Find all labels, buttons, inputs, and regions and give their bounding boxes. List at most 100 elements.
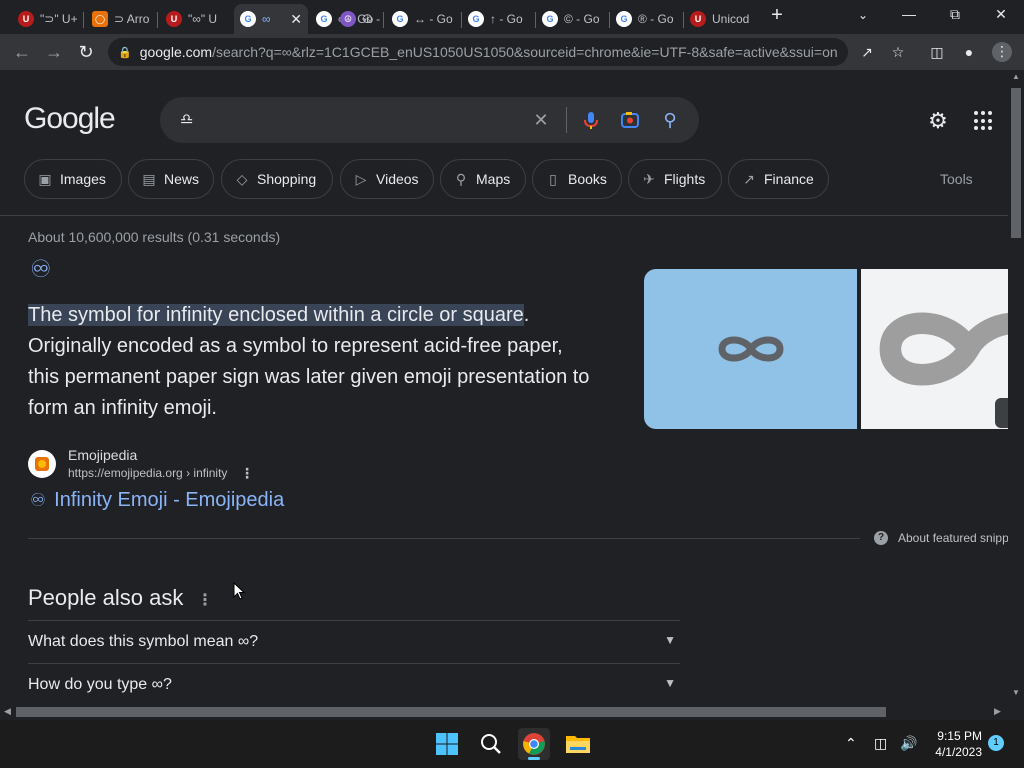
chip-shopping[interactable]: ◇ Shopping	[221, 159, 333, 199]
scrollbar-thumb[interactable]	[16, 707, 886, 717]
scroll-left-icon[interactable]: ◀	[4, 706, 11, 717]
chrome-icon	[523, 733, 545, 755]
profile-icon[interactable]: ●	[960, 43, 978, 61]
paa-question[interactable]: What does this symbol mean ∞? ▼	[28, 620, 680, 663]
google-icon: G	[542, 11, 558, 27]
carousel-next-button[interactable]	[995, 398, 1008, 428]
tab-strip: U "⊃" U+ ◯ ⊃ Arro U "∞" U G ∞ ✕ G ∞ - Go…	[0, 0, 1024, 34]
scrollbar-thumb[interactable]	[1011, 88, 1021, 238]
browser-tab[interactable]: G ↑ - Go	[462, 4, 536, 34]
reload-icon[interactable]: ↻	[74, 41, 98, 63]
address-bar[interactable]: 🔒 google.com /search?q=∞&rlz=1C1GCEB_enU…	[108, 38, 848, 66]
scroll-right-icon[interactable]: ▶	[994, 706, 1001, 717]
emojipedia-logo-icon	[35, 457, 49, 471]
taskbar-chrome[interactable]	[518, 728, 550, 760]
search-results-page: Google ♎ ✕ ⚲ ⚙ ▣ Images ▤ News ◇ Shoppin…	[0, 70, 1008, 704]
divider	[0, 215, 1008, 216]
microphone-icon[interactable]	[580, 109, 602, 131]
image-icon: ▣	[38, 171, 52, 187]
divider	[28, 538, 860, 539]
chip-news[interactable]: ▤ News	[128, 159, 214, 199]
menu-icon[interactable]: ⋮	[992, 42, 1012, 62]
snippet-highlight: The symbol for infinity enclosed within …	[28, 304, 524, 326]
google-logo[interactable]: Google	[24, 102, 116, 136]
vertical-scrollbar[interactable]: ▲ ▼	[1008, 70, 1024, 704]
network-icon[interactable]: ◫	[874, 735, 887, 752]
gear-icon[interactable]: ⚙	[926, 109, 950, 133]
chip-flights[interactable]: ✈ Flights	[628, 159, 722, 199]
search-icon	[481, 734, 501, 754]
news-icon: ▤	[142, 171, 156, 187]
infinity-image-thumbnail[interactable]	[644, 269, 857, 429]
paa-question[interactable]: How do you type ∞? ▼	[28, 663, 680, 704]
browser-tab[interactable]: G © - Go	[536, 4, 610, 34]
window-close-icon[interactable]: ✕	[978, 6, 1024, 23]
infinity-icon: ♾	[30, 490, 47, 510]
start-button[interactable]	[431, 728, 463, 760]
camera-lens-icon[interactable]	[619, 109, 641, 131]
tab-search-icon[interactable]: ⌄	[840, 8, 886, 22]
taskbar-file-explorer[interactable]	[562, 728, 594, 760]
more-options-icon[interactable]: ⋮	[240, 465, 254, 482]
search-box[interactable]: ♎ ✕ ⚲	[160, 97, 699, 143]
horizontal-scrollbar[interactable]: ◀ ▶	[0, 704, 1008, 720]
more-options-icon[interactable]: ⋮	[197, 590, 213, 610]
scroll-up-icon[interactable]: ▲	[1012, 72, 1020, 81]
browser-tab[interactable]: U "∞" U	[160, 4, 232, 34]
about-featured-snippets[interactable]: ? About featured snipp	[874, 531, 1008, 545]
browser-tab-active[interactable]: G ∞ ✕	[234, 4, 308, 34]
orange-site-icon: ◯	[92, 11, 108, 27]
search-icon[interactable]: ⚲	[659, 109, 681, 131]
result-link[interactable]: ♾ Infinity Emoji - Emojipedia	[30, 489, 284, 512]
browser-tab[interactable]: U Unicod	[684, 4, 756, 34]
browser-toolbar: ← → ↻ 🔒 google.com /search?q=∞&rlz=1C1GC…	[0, 34, 1024, 70]
source-name[interactable]: Emojipedia	[68, 447, 137, 463]
play-icon: ▷	[355, 171, 367, 187]
help-icon: ?	[874, 531, 888, 545]
back-icon[interactable]: ←	[10, 41, 34, 63]
chip-finance[interactable]: ↗ Finance	[728, 159, 829, 199]
clear-icon[interactable]: ✕	[530, 109, 552, 131]
apps-grid-icon[interactable]	[974, 111, 994, 131]
minimize-icon[interactable]: —	[886, 6, 932, 22]
browser-tab[interactable]: G ® - Go	[610, 4, 684, 34]
forward-icon[interactable]: →	[42, 41, 66, 63]
taskbar-search-button[interactable]	[475, 728, 507, 760]
infinity-image-thumbnail[interactable]	[861, 269, 1008, 429]
notification-badge[interactable]: 1	[988, 735, 1004, 751]
mouse-cursor-icon	[233, 582, 246, 600]
people-also-ask-heading: People also ask	[28, 585, 184, 610]
book-icon: ▯	[549, 171, 557, 187]
scroll-down-icon[interactable]: ▼	[1012, 688, 1020, 697]
result-stats: About 10,600,000 results (0.31 seconds)	[28, 229, 281, 245]
browser-tab[interactable]: U "⊃" U+	[12, 4, 84, 34]
browser-tab[interactable]: ☮ ☮ - G	[334, 4, 384, 34]
chip-videos[interactable]: ▷ Videos	[340, 159, 434, 199]
bookmark-star-icon[interactable]: ☆	[889, 43, 907, 61]
maximize-icon[interactable]: ⧉	[932, 6, 978, 23]
chevron-up-icon[interactable]: ⌃	[845, 735, 857, 752]
finance-icon: ↗	[743, 171, 755, 187]
browser-tab[interactable]: G ↔ - Go	[386, 4, 462, 34]
windows-logo-icon	[436, 733, 458, 755]
lock-icon: 🔒	[118, 46, 132, 59]
google-icon: G	[468, 11, 484, 27]
close-tab-icon[interactable]: ✕	[290, 11, 302, 28]
browser-tab[interactable]: ◯ ⊃ Arro	[86, 4, 158, 34]
google-icon: G	[616, 11, 632, 27]
system-clock[interactable]: 9:15 PM 4/1/2023	[928, 728, 982, 760]
tag-icon: ◇	[236, 171, 248, 187]
chevron-down-icon: ▼	[664, 633, 676, 647]
unicode-site-icon: U	[690, 11, 706, 27]
chip-images[interactable]: ▣ Images	[24, 159, 122, 199]
search-input[interactable]: ♎	[180, 110, 193, 128]
new-tab-icon[interactable]: +	[754, 4, 800, 27]
tools-button[interactable]: Tools	[940, 171, 973, 187]
source-url[interactable]: https://emojipedia.org › infinity	[68, 466, 227, 480]
chip-maps[interactable]: ⚲ Maps	[440, 159, 526, 199]
share-icon[interactable]: ↗	[858, 43, 876, 61]
volume-icon[interactable]: 🔊	[900, 735, 917, 752]
side-panel-icon[interactable]: ◫	[928, 43, 946, 61]
infinity-symbol: ♾	[30, 256, 52, 283]
chip-books[interactable]: ▯ Books	[532, 159, 622, 199]
